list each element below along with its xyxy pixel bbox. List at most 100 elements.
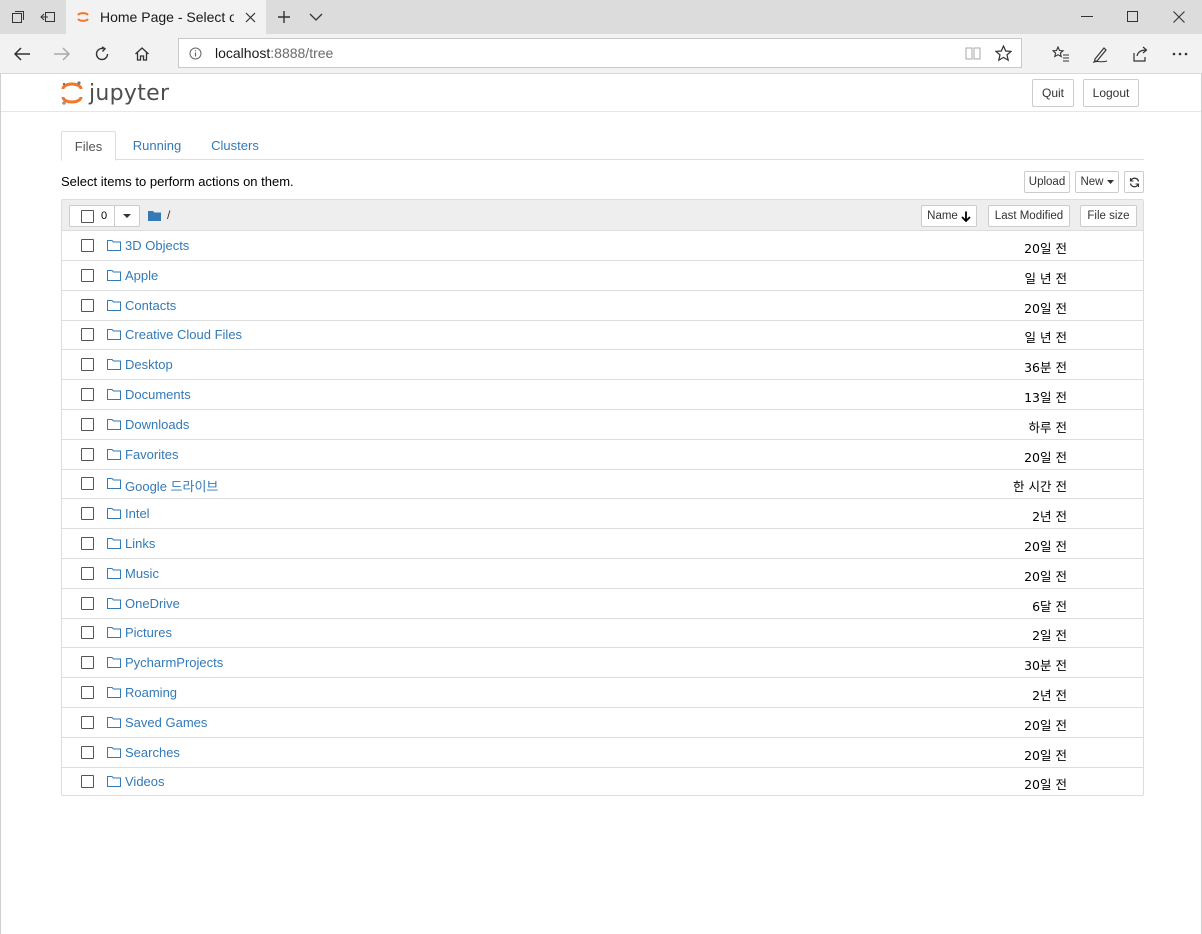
row-checkbox[interactable] xyxy=(81,417,94,431)
file-list-row[interactable]: Creative Cloud Files 일 년 전 xyxy=(62,320,1143,351)
row-checkbox[interactable] xyxy=(81,537,94,550)
folder-name-link[interactable]: 3D Objects xyxy=(125,238,189,253)
folder-name-link[interactable]: Documents xyxy=(125,387,191,402)
file-list-row[interactable]: OneDrive 6달 전 xyxy=(62,589,1143,619)
folder-name-link[interactable]: Pictures xyxy=(125,625,172,640)
tab-running[interactable]: Running xyxy=(125,131,189,160)
more-options-icon[interactable] xyxy=(1164,38,1196,70)
file-list-row[interactable]: Favorites 20일 전 xyxy=(62,440,1143,470)
file-list-row[interactable]: Downloads 하루 전 xyxy=(62,410,1143,440)
new-dropdown-button[interactable]: New xyxy=(1075,171,1119,193)
folder-name-link[interactable]: Music xyxy=(125,566,159,581)
close-tab-icon[interactable] xyxy=(242,9,258,25)
file-list-row[interactable]: PycharmProjects 30분 전 xyxy=(62,648,1143,679)
set-tabs-aside-icon[interactable] xyxy=(32,0,64,34)
file-list-row[interactable]: Music 20일 전 xyxy=(62,559,1143,589)
last-modified-value: 2일 전 xyxy=(1032,628,1067,644)
tab-files[interactable]: Files xyxy=(61,131,116,161)
row-checkbox[interactable] xyxy=(81,656,94,670)
file-list-row[interactable]: Intel 2년 전 xyxy=(62,499,1143,530)
web-note-pen-icon[interactable] xyxy=(1084,38,1116,70)
favorites-hub-icon[interactable] xyxy=(1045,38,1077,70)
refresh-icon[interactable] xyxy=(86,38,118,70)
tab-clusters[interactable]: Clusters xyxy=(203,131,267,160)
row-checkbox[interactable] xyxy=(81,686,94,699)
sort-by-last-modified-button[interactable]: Last Modified xyxy=(988,205,1070,227)
folder-name-link[interactable]: Saved Games xyxy=(125,715,207,730)
site-info-icon[interactable] xyxy=(189,47,202,60)
minimize-icon[interactable] xyxy=(1064,0,1110,34)
file-list-row[interactable]: Videos 20일 전 xyxy=(62,767,1143,797)
folder-icon xyxy=(107,418,121,430)
favorite-star-icon[interactable] xyxy=(995,45,1012,62)
last-modified-value: 20일 전 xyxy=(1024,747,1067,763)
file-list-row[interactable]: Pictures 2일 전 xyxy=(62,618,1143,649)
row-checkbox[interactable] xyxy=(81,507,94,521)
reading-view-icon[interactable] xyxy=(965,46,981,61)
folder-icon xyxy=(107,776,121,788)
home-icon[interactable] xyxy=(126,38,158,70)
folder-name-link[interactable]: OneDrive xyxy=(125,596,180,611)
close-window-icon[interactable] xyxy=(1156,0,1202,34)
tab-list-chevron-icon[interactable] xyxy=(300,0,332,34)
folder-name-link[interactable]: Searches xyxy=(125,745,180,760)
select-all-control[interactable]: 0 xyxy=(70,206,116,226)
refresh-list-button[interactable] xyxy=(1124,171,1144,193)
select-all-checkbox[interactable] xyxy=(81,209,94,223)
logout-button[interactable]: Logout xyxy=(1083,79,1139,107)
file-list-row[interactable]: Contacts 20일 전 xyxy=(62,291,1143,321)
folder-name-link[interactable]: Favorites xyxy=(125,447,178,462)
row-checkbox[interactable] xyxy=(81,268,94,282)
quit-button[interactable]: Quit xyxy=(1032,79,1074,107)
row-checkbox[interactable] xyxy=(81,626,94,640)
file-list-row[interactable]: Apple 일 년 전 xyxy=(62,261,1143,291)
address-bar[interactable]: localhost:8888/tree xyxy=(178,38,1022,68)
share-icon[interactable] xyxy=(1124,38,1156,70)
row-checkbox[interactable] xyxy=(81,328,94,342)
tab-manager-icon[interactable] xyxy=(2,0,34,34)
folder-name-link[interactable]: Downloads xyxy=(125,417,189,432)
row-checkbox[interactable] xyxy=(81,239,94,252)
folder-name-link[interactable]: Intel xyxy=(125,506,150,521)
file-list-row[interactable]: Saved Games 20일 전 xyxy=(62,708,1143,738)
file-list-row[interactable]: Google 드라이브 한 시간 전 xyxy=(62,469,1143,500)
row-checkbox[interactable] xyxy=(81,388,94,401)
back-icon[interactable] xyxy=(6,38,38,70)
folder-name-link[interactable]: Links xyxy=(125,536,155,551)
folder-name-link[interactable]: Creative Cloud Files xyxy=(125,327,242,342)
file-list-row[interactable]: Links 20일 전 xyxy=(62,529,1143,559)
folder-home-icon[interactable] xyxy=(148,210,161,221)
row-checkbox[interactable] xyxy=(81,358,94,372)
row-checkbox[interactable] xyxy=(81,596,94,610)
breadcrumb-root[interactable]: / xyxy=(167,208,170,222)
sort-by-file-size-button[interactable]: File size xyxy=(1080,205,1137,227)
row-checkbox[interactable] xyxy=(81,298,94,312)
row-checkbox[interactable] xyxy=(81,745,94,759)
jupyter-logo[interactable]: jupyter xyxy=(61,78,169,108)
maximize-icon[interactable] xyxy=(1110,0,1156,34)
sort-by-name-button[interactable]: Name xyxy=(921,205,977,227)
file-list-row[interactable]: Desktop 36분 전 xyxy=(62,350,1143,381)
file-list-row[interactable]: Searches 20일 전 xyxy=(62,738,1143,768)
row-checkbox[interactable] xyxy=(81,477,94,491)
row-checkbox[interactable] xyxy=(81,566,94,580)
folder-name-link[interactable]: Google 드라이브 xyxy=(125,476,218,495)
file-list-row[interactable]: 3D Objects 20일 전 xyxy=(62,231,1143,261)
new-tab-icon[interactable] xyxy=(268,0,300,34)
file-list-row[interactable]: Documents 13일 전 xyxy=(62,380,1143,410)
select-menu-toggle[interactable] xyxy=(115,206,139,226)
file-list-row[interactable]: Roaming 2년 전 xyxy=(62,678,1143,708)
forward-icon[interactable] xyxy=(46,38,78,70)
folder-name-link[interactable]: Desktop xyxy=(125,357,173,372)
browser-tab-active[interactable]: Home Page - Select or create a notebook xyxy=(66,0,266,34)
upload-button[interactable]: Upload xyxy=(1024,171,1070,193)
row-checkbox[interactable] xyxy=(81,715,94,729)
row-checkbox[interactable] xyxy=(81,775,94,789)
row-checkbox[interactable] xyxy=(81,447,94,461)
folder-name-link[interactable]: PycharmProjects xyxy=(125,655,223,670)
folder-name-link[interactable]: Apple xyxy=(125,268,158,283)
folder-name-link[interactable]: Videos xyxy=(125,774,165,789)
folder-name-link[interactable]: Contacts xyxy=(125,298,176,313)
jupyter-logo-icon xyxy=(61,81,83,105)
folder-name-link[interactable]: Roaming xyxy=(125,685,177,700)
